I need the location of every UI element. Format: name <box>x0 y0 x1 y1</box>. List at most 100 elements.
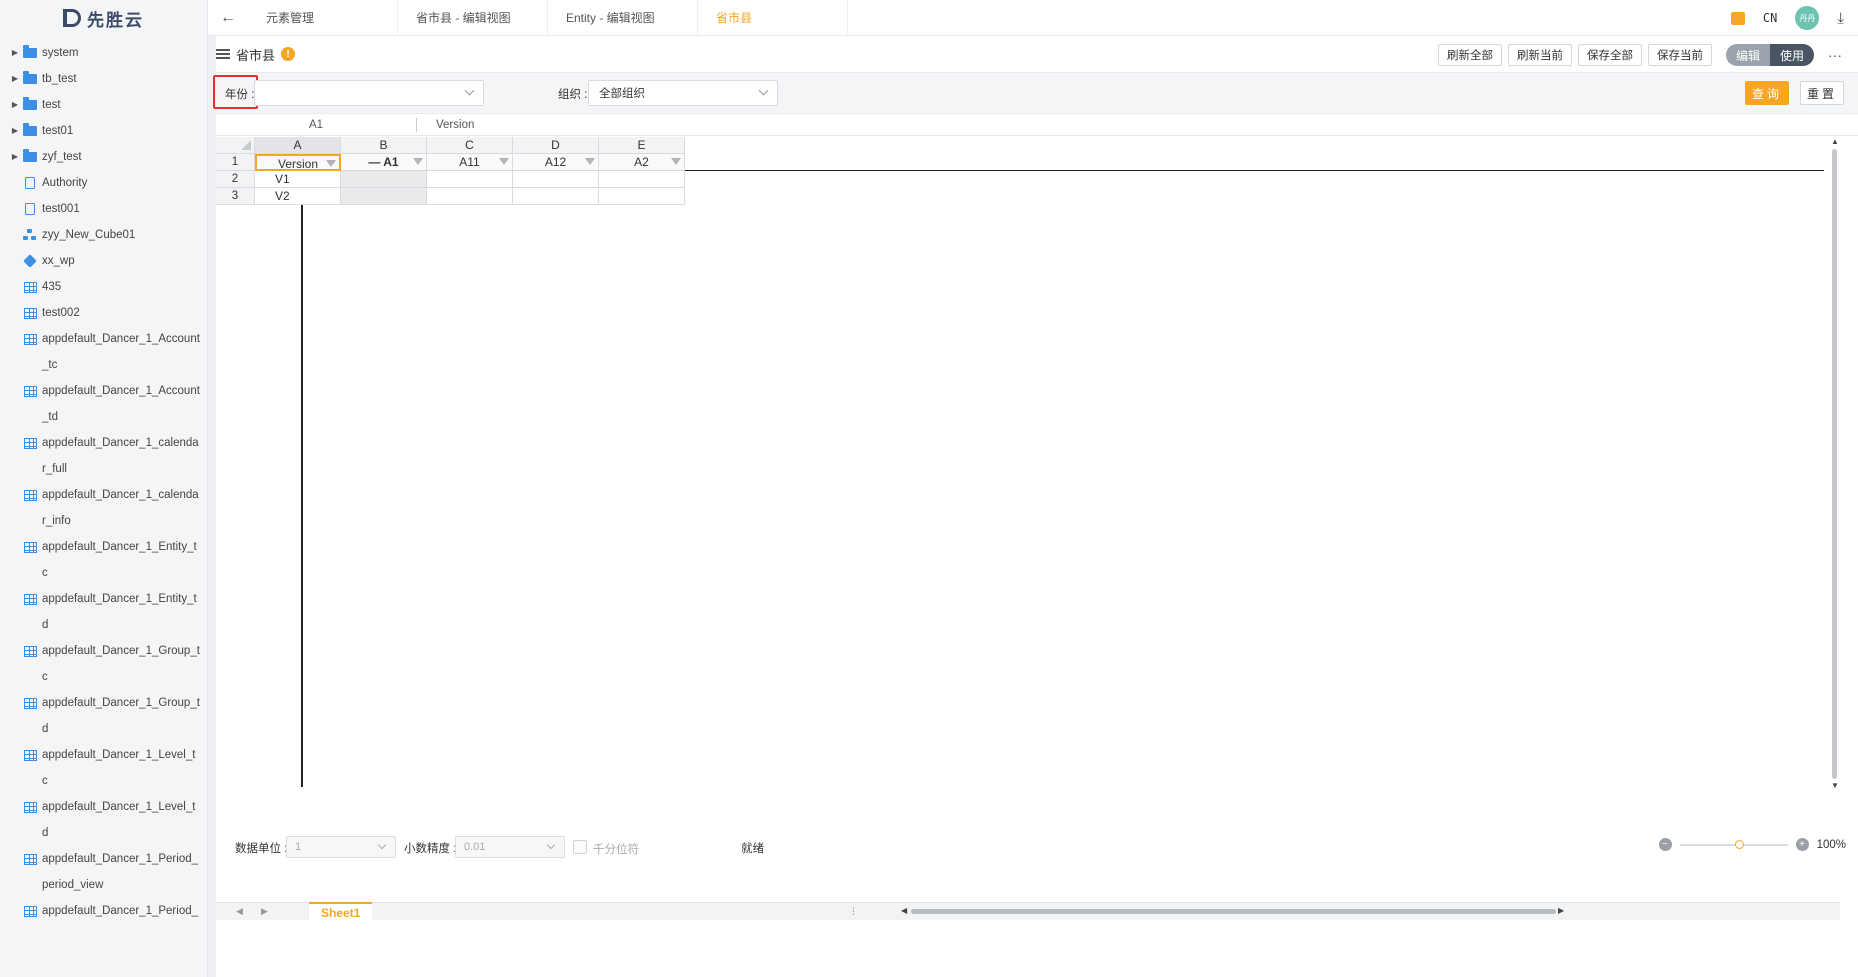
spreadsheet[interactable]: ▲ ▼ ◀ ▶ Sheet1 ⋮ ◀ ▶ A B C D E 1 Version — A1 A1… <box>216 137 1840 927</box>
column-header[interactable]: D <box>513 137 599 154</box>
refresh-current-button[interactable]: 刷新当前 <box>1507 44 1572 66</box>
sidebar-item[interactable]: appdefault_Dancer_1_Account_td <box>0 378 208 430</box>
data-cell[interactable] <box>341 171 427 188</box>
sidebar-item[interactable]: test002 <box>0 300 208 326</box>
zoom-out-icon[interactable]: − <box>1658 838 1672 851</box>
caret-right-icon[interactable]: ▶ <box>8 40 22 66</box>
bag-icon[interactable] <box>1730 11 1745 25</box>
vertical-scroll-thumb[interactable] <box>1832 149 1837 779</box>
column-header[interactable]: C <box>427 137 513 154</box>
sidebar-item[interactable]: test001 <box>0 196 208 222</box>
brand-logo[interactable]: 先胜云 <box>0 0 207 36</box>
sidebar-item[interactable]: ▶ test <box>0 92 208 118</box>
filter-funnel-icon[interactable] <box>671 158 681 165</box>
sidebar-item[interactable]: ▶ test01 <box>0 118 208 144</box>
scroll-down-icon[interactable]: ▼ <box>1831 781 1839 790</box>
filter-funnel-icon[interactable] <box>326 160 336 167</box>
filter-funnel-icon[interactable] <box>499 158 509 165</box>
data-cell[interactable] <box>427 171 513 188</box>
horizontal-scroll-thumb[interactable] <box>911 909 1556 914</box>
sidebar-item[interactable]: appdefault_Dancer_1_Level_td <box>0 794 208 846</box>
mode-use[interactable]: 使用 <box>1769 44 1814 66</box>
save-current-button[interactable]: 保存当前 <box>1647 44 1712 66</box>
more-icon[interactable]: ··· <box>1828 47 1842 63</box>
info-icon[interactable]: ! <box>281 47 296 61</box>
sidebar-item[interactable]: appdefault_Dancer_1_Group_td <box>0 690 208 742</box>
download-icon[interactable]: ⤓ <box>1837 10 1844 27</box>
horizontal-scrollbar[interactable]: ◀ ▶ <box>901 906 1566 915</box>
year-select[interactable] <box>254 80 484 106</box>
sidebar-item[interactable]: ▶ system <box>0 40 208 66</box>
mode-toggle[interactable]: 编辑 使用 <box>1725 44 1814 66</box>
tab-province[interactable]: 省市县 <box>698 0 848 36</box>
sidebar-item[interactable]: appdefault_Dancer_1_Entity_td <box>0 586 208 638</box>
back-arrow-icon[interactable]: ← <box>208 0 248 36</box>
column-header[interactable]: E <box>599 137 685 154</box>
header-cell[interactable]: A12 <box>513 154 599 171</box>
row-header[interactable]: 1 <box>216 154 255 171</box>
zoom-slider-knob[interactable] <box>1734 839 1744 849</box>
sheet-prev-icon[interactable]: ◀ <box>236 906 243 917</box>
sheet-next-icon[interactable]: ▶ <box>261 906 268 917</box>
row-header[interactable]: 3 <box>216 188 255 205</box>
sidebar-item[interactable]: xx_wp <box>0 248 208 274</box>
column-header[interactable]: A <box>255 137 341 154</box>
sidebar-item[interactable]: appdefault_Dancer_1_Account_tc <box>0 326 208 378</box>
header-cell[interactable]: — A1 <box>341 154 427 171</box>
vertical-scrollbar[interactable]: ▲ ▼ <box>1830 137 1839 790</box>
caret-right-icon[interactable]: ▶ <box>8 92 22 118</box>
tab-element-management[interactable]: 元素管理 <box>248 0 398 36</box>
chevron-down-icon <box>758 85 769 96</box>
header-cell[interactable]: A2 <box>599 154 685 171</box>
query-button[interactable]: 查询 <box>1745 81 1789 105</box>
tab-entity-edit-view[interactable]: Entity - 编辑视图 <box>548 0 698 36</box>
sidebar-item[interactable]: appdefault_Dancer_1_Period_period_view <box>0 846 208 898</box>
data-cell[interactable] <box>427 188 513 205</box>
language-switch[interactable]: CN <box>1763 11 1777 25</box>
sidebar-item[interactable]: ▶ zyf_test <box>0 144 208 170</box>
data-cell[interactable]: V1 <box>255 171 341 188</box>
data-cell[interactable] <box>599 171 685 188</box>
tab-province-edit-view[interactable]: 省市县 - 编辑视图 <box>398 0 548 36</box>
sidebar-item[interactable]: Authority <box>0 170 208 196</box>
filter-funnel-icon[interactable] <box>413 158 423 165</box>
sidebar-item[interactable]: appdefault_Dancer_1_Entity_tc <box>0 534 208 586</box>
data-cell[interactable] <box>513 188 599 205</box>
reset-button[interactable]: 重置 <box>1800 81 1844 105</box>
cell-reference[interactable]: A1 <box>216 114 416 136</box>
header-cell[interactable]: Version <box>255 154 341 171</box>
sidebar-item[interactable]: appdefault_Dancer_1_calendar_full <box>0 430 208 482</box>
mode-edit[interactable]: 编辑 <box>1725 44 1770 66</box>
sidebar-item[interactable]: appdefault_Dancer_1_Level_tc <box>0 742 208 794</box>
formula-value[interactable]: Version <box>436 114 474 136</box>
sheet-tab[interactable]: Sheet1 <box>309 902 373 920</box>
refresh-all-button[interactable]: 刷新全部 <box>1437 44 1502 66</box>
sidebar-item[interactable]: zyy_New_Cube01 <box>0 222 208 248</box>
org-select[interactable]: 全部组织 <box>588 80 778 106</box>
sidebar-item[interactable]: appdefault_Dancer_1_Group_tc <box>0 638 208 690</box>
sidebar-item[interactable]: appdefault_Dancer_1_Period_ <box>0 898 208 924</box>
zoom-in-icon[interactable]: + <box>1795 838 1809 851</box>
data-cell[interactable] <box>599 188 685 205</box>
select-all-corner[interactable] <box>216 137 255 154</box>
scroll-left-icon[interactable]: ◀ <box>901 906 907 915</box>
header-cell[interactable]: A11 <box>427 154 513 171</box>
column-header[interactable]: B <box>341 137 427 154</box>
save-all-button[interactable]: 保存全部 <box>1577 44 1642 66</box>
zoom-slider[interactable] <box>1679 839 1788 849</box>
caret-right-icon[interactable]: ▶ <box>8 144 22 170</box>
data-cell[interactable] <box>341 188 427 205</box>
data-cell[interactable] <box>513 171 599 188</box>
caret-right-icon[interactable]: ▶ <box>8 66 22 92</box>
scroll-up-icon[interactable]: ▲ <box>1831 137 1839 146</box>
filter-funnel-icon[interactable] <box>585 158 595 165</box>
sidebar-item[interactable]: ▶ tb_test <box>0 66 208 92</box>
sidebar-item[interactable]: appdefault_Dancer_1_calendar_info <box>0 482 208 534</box>
tab-splitter-icon[interactable]: ⋮ <box>849 906 858 917</box>
sidebar-item[interactable]: 435 <box>0 274 208 300</box>
data-cell[interactable]: V2 <box>255 188 341 205</box>
row-header[interactable]: 2 <box>216 171 255 188</box>
caret-right-icon[interactable]: ▶ <box>8 118 22 144</box>
scroll-right-icon[interactable]: ▶ <box>1558 906 1564 915</box>
avatar[interactable]: 丹丹 <box>1795 6 1820 30</box>
